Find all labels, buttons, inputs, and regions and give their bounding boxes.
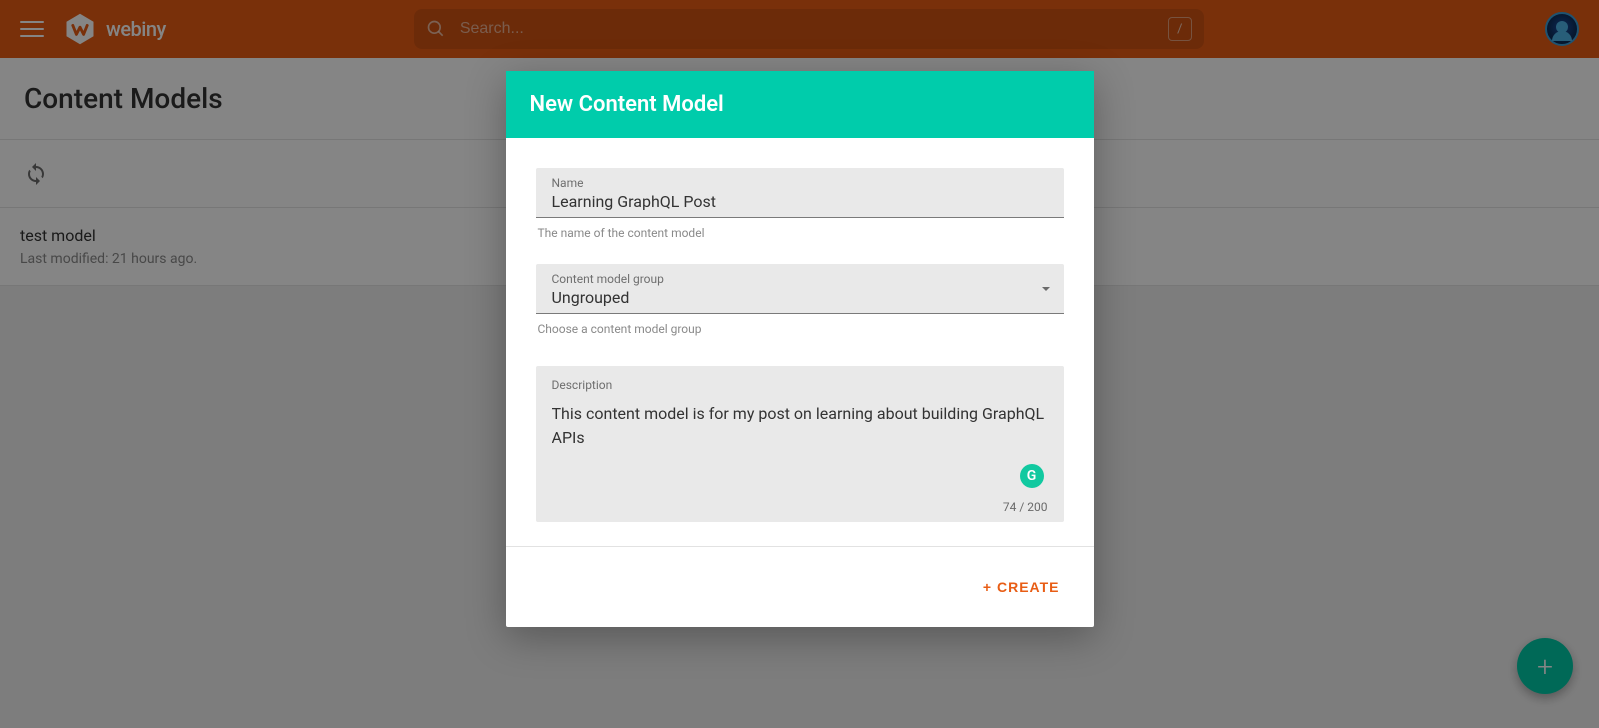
name-field[interactable]: Name [536, 168, 1064, 218]
new-content-model-dialog: New Content Model Name The name of the c… [506, 71, 1094, 627]
dialog-body: Name The name of the content model Conte… [506, 138, 1094, 546]
name-label: Name [552, 176, 1048, 190]
group-select[interactable]: Content model group Ungrouped [536, 264, 1064, 314]
description-field[interactable]: Description G 74 / 200 [536, 366, 1064, 522]
create-button[interactable]: + CREATE [979, 569, 1064, 605]
dialog-title: New Content Model [530, 92, 724, 117]
dialog-header: New Content Model [506, 71, 1094, 138]
chevron-down-icon [1040, 283, 1052, 295]
create-button-label: + CREATE [983, 579, 1060, 595]
name-input[interactable] [552, 192, 1048, 211]
description-textarea[interactable] [552, 402, 1048, 492]
description-label: Description [552, 378, 1048, 392]
group-label: Content model group [552, 272, 1048, 286]
group-helper: Choose a content model group [538, 322, 1064, 336]
name-helper: The name of the content model [538, 226, 1064, 240]
grammarly-icon[interactable]: G [1020, 464, 1044, 488]
dialog-actions: + CREATE [506, 547, 1094, 627]
group-value: Ungrouped [552, 288, 1048, 307]
description-char-count: 74 / 200 [552, 500, 1048, 514]
